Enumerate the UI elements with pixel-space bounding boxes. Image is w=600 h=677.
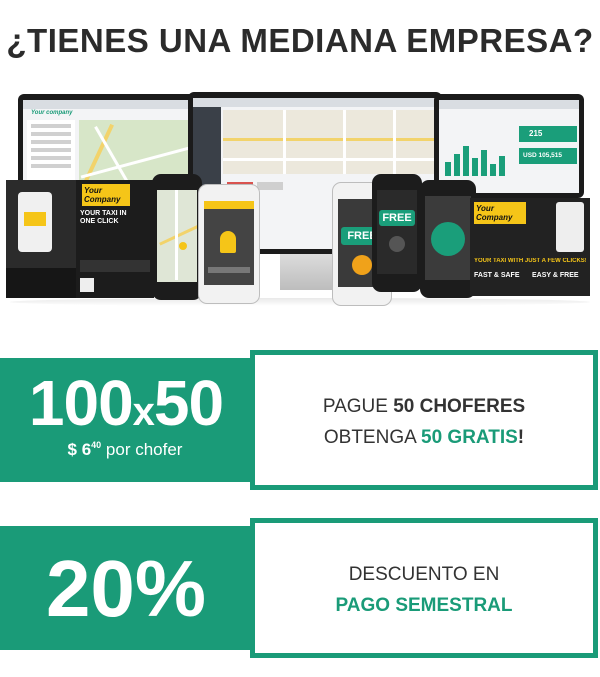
poster-logo: Your Company bbox=[82, 184, 130, 206]
offer-20-percent: 20% DESCUENTO EN PAGO SEMESTRAL bbox=[0, 518, 600, 658]
offer-1-box: PAGUE 50 CHOFERES OBTENGA 50 GRATIS! bbox=[250, 350, 598, 490]
offer-2-box: DESCUENTO EN PAGO SEMESTRAL bbox=[250, 518, 598, 658]
offer-1-big-number: 100x50 bbox=[28, 367, 224, 439]
device-montage: Your company 215 USD 105,515 Your Compan… bbox=[0, 88, 600, 313]
phone-map bbox=[152, 174, 202, 300]
offer-1-price: $ 640 por chofer bbox=[67, 440, 183, 459]
offer-1-message: PAGUE 50 CHOFERES OBTENGA 50 GRATIS! bbox=[322, 396, 526, 448]
badge-fast-safe: FAST & SAFE bbox=[474, 272, 520, 279]
poster-your-company: Your Company YOUR TAXI IN ONE CLICK bbox=[76, 180, 154, 298]
floor-shadow bbox=[10, 298, 590, 306]
poster-right: Your Company YOUR TAXI WITH JUST A FEW C… bbox=[470, 198, 590, 296]
monitor-left-brand: Your company bbox=[31, 110, 73, 116]
poster-right-tagline: YOUR TAXI WITH JUST A FEW CLICKS! bbox=[474, 258, 586, 264]
mic-icon bbox=[431, 222, 465, 256]
phone-voice bbox=[420, 180, 476, 298]
poster-tagline: YOUR TAXI IN ONE CLICK bbox=[80, 210, 127, 225]
offer-2-big-number: 20% bbox=[45, 544, 207, 633]
stats-chart bbox=[445, 136, 515, 176]
badge-easy-free: EASY & FREE bbox=[532, 272, 579, 279]
poster-left bbox=[6, 180, 76, 298]
headline: ¿TIENES UNA MEDIANA EMPRESA? bbox=[6, 22, 594, 59]
phone-taxi bbox=[198, 184, 260, 304]
offer-2-message: DESCUENTO EN PAGO SEMESTRAL bbox=[335, 564, 513, 616]
offer-100x50: 100x50 $ 640 por chofer PAGUE 50 CHOFERE… bbox=[0, 350, 600, 490]
poster-right-logo: Your Company bbox=[474, 202, 526, 224]
phone-free-2: FREE bbox=[372, 174, 422, 292]
stat-count: 215 bbox=[529, 129, 543, 138]
free-label-2: FREE bbox=[379, 210, 415, 226]
map-view-center bbox=[223, 110, 437, 174]
stat-revenue: USD 105,515 bbox=[523, 152, 563, 159]
